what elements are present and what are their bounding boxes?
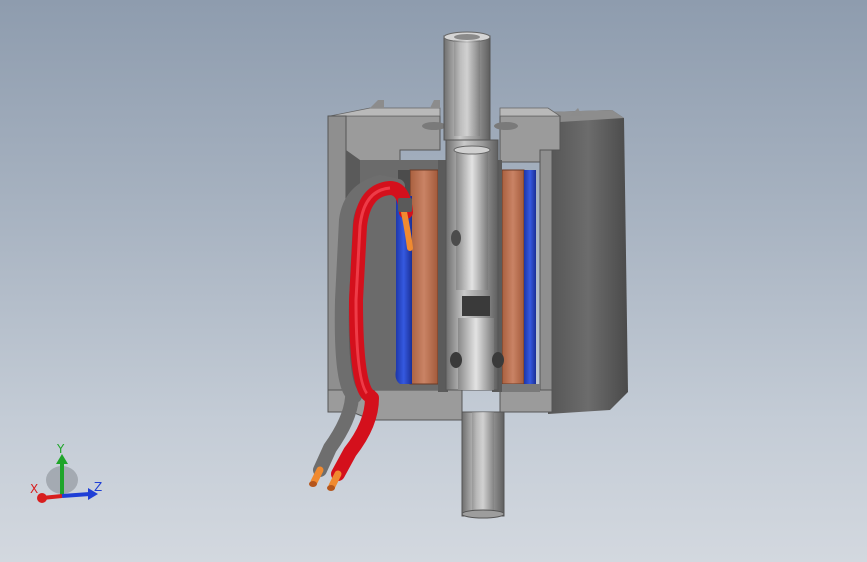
solenoid-section-model [309, 31, 628, 519]
x-axis-label: X [30, 482, 39, 496]
left-coil-copper [409, 169, 439, 385]
y-axis-label: Y [57, 442, 65, 456]
view-triad[interactable]: Y X Z [24, 440, 114, 510]
z-axis-label: Z [94, 480, 103, 494]
triad-axes [37, 454, 98, 503]
housing-right-side [548, 110, 628, 414]
right-coil-blue [524, 170, 536, 384]
right-coil-copper [501, 169, 525, 385]
cad-viewport[interactable]: Y X Z [0, 0, 867, 562]
